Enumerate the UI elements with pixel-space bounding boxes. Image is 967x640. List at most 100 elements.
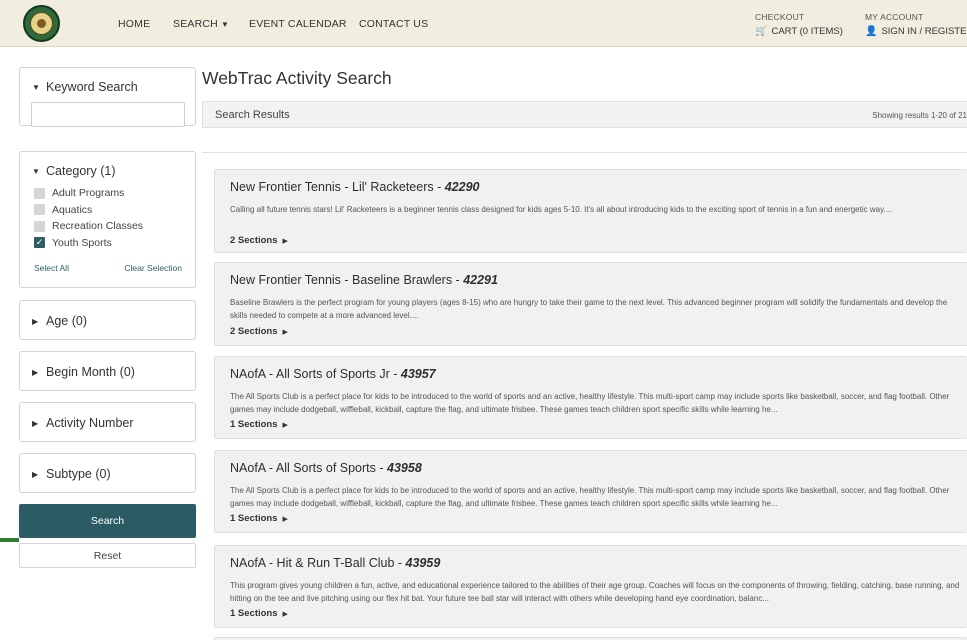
category-item-label: Youth Sports — [52, 236, 112, 249]
checkbox-checked-icon[interactable]: ✓ — [34, 237, 45, 249]
nav-event-calendar-link[interactable]: EVENT CALENDAR — [249, 18, 347, 30]
top-navbar: HOME SEARCH ▼ EVENT CALENDAR CONTACT US C… — [0, 0, 967, 47]
seal-inner-icon — [30, 12, 53, 35]
age-filter-title: Age — [46, 314, 69, 328]
activity-number: 42291 — [463, 273, 498, 287]
begin-month-filter-toggle[interactable]: ▶ Begin Month (0) — [32, 365, 135, 379]
caret-down-icon: ▼ — [32, 167, 40, 177]
subtype-filter-toggle[interactable]: ▶ Subtype (0) — [32, 467, 111, 481]
category-panel: ▼ Category (1) Adult Programs Aquatics Re… — [19, 151, 196, 288]
keyword-search-toggle[interactable]: ▼ Keyword Search — [32, 80, 138, 94]
reset-button[interactable]: Reset — [19, 543, 196, 568]
activity-title: New Frontier Tennis - Baseline Brawlers … — [230, 273, 464, 287]
activity-card[interactable]: New Frontier Tennis - Baseline Brawlers … — [214, 262, 967, 346]
category-item-aquatics[interactable]: Aquatics — [34, 202, 189, 219]
caret-right-icon: ▶ — [32, 419, 39, 429]
begin-month-filter-count: (0) — [119, 365, 135, 379]
activity-card[interactable]: NAofA - Hit & Run T-Ball Club - 43959 Th… — [214, 545, 967, 628]
select-all-link[interactable]: Select All — [34, 263, 69, 273]
activity-description: The All Sports Club is a perfect place f… — [230, 392, 950, 414]
sections-label: 2 Sections — [230, 235, 278, 246]
category-item-label: Aquatics — [52, 203, 93, 216]
category-item-label: Recreation Classes — [52, 220, 144, 233]
caret-right-icon: ▶ — [32, 317, 39, 327]
activity-title-link[interactable]: NAofA - All Sorts of Sports Jr - 43957 — [230, 367, 436, 381]
sections-toggle[interactable]: 1 Sections ▶ — [230, 608, 288, 619]
activity-number: 42290 — [444, 180, 480, 194]
city-seal-logo[interactable] — [23, 5, 60, 42]
activity-title-link[interactable]: NAofA - All Sorts of Sports - 43958 — [230, 461, 422, 475]
activity-number: 43957 — [400, 367, 436, 381]
nav-search-menu[interactable]: SEARCH ▼ — [173, 18, 229, 30]
search-button[interactable]: Search — [19, 504, 196, 538]
age-filter-toggle[interactable]: ▶ Age (0) — [32, 314, 87, 328]
sign-in-label: SIGN IN / REGISTER — [881, 26, 967, 37]
category-item-adult-programs[interactable]: Adult Programs — [34, 185, 189, 202]
category-title: Category — [46, 164, 97, 178]
activity-card[interactable]: New Frontier Tennis - Lil' Racketeers - … — [214, 169, 967, 253]
activity-description: The All Sports Club is a perfect place f… — [230, 486, 950, 508]
activity-title: NAofA - All Sorts of Sports - — [230, 461, 388, 475]
category-list: Adult Programs Aquatics Recreation Class… — [34, 185, 189, 251]
checkbox-icon[interactable] — [34, 187, 45, 199]
activity-number-filter-title: Activity Number — [46, 416, 134, 430]
sections-label: 1 Sections — [230, 513, 278, 524]
begin-month-filter-panel[interactable]: ▶ Begin Month (0) — [19, 351, 196, 391]
caret-right-icon: ▶ — [282, 329, 288, 336]
age-filter-count: (0) — [71, 314, 88, 328]
begin-month-filter-title: Begin Month — [46, 365, 117, 379]
category-count: (1) — [100, 164, 116, 178]
subtype-filter-title: Subtype — [46, 467, 92, 481]
caret-right-icon: ▶ — [32, 368, 39, 378]
user-icon: 👤 — [865, 26, 878, 37]
activity-number-filter-toggle[interactable]: ▶ Activity Number — [32, 416, 134, 430]
sections-toggle[interactable]: 1 Sections ▶ — [230, 513, 288, 524]
nav-search-label: SEARCH — [173, 18, 218, 30]
activity-title: NAofA - All Sorts of Sports Jr - — [230, 367, 401, 381]
activity-title-link[interactable]: New Frontier Tennis - Baseline Brawlers … — [230, 273, 498, 287]
category-actions: Select All Clear Selection — [34, 263, 182, 273]
results-divider — [202, 152, 967, 153]
caret-down-icon: ▼ — [32, 83, 40, 93]
sections-toggle[interactable]: 2 Sections ▶ — [230, 326, 288, 337]
sign-in-link[interactable]: 👤 SIGN IN / REGISTER — [865, 26, 967, 37]
nav-contact-us-link[interactable]: CONTACT US — [359, 18, 428, 30]
activity-card[interactable]: NAofA - All Sorts of Sports - 43958 The … — [214, 450, 967, 533]
accent-strip — [0, 538, 19, 542]
category-item-recreation-classes[interactable]: Recreation Classes — [34, 218, 189, 235]
nav-home-link[interactable]: HOME — [118, 18, 150, 30]
age-filter-panel[interactable]: ▶ Age (0) — [19, 300, 196, 340]
results-count: Showing results 1-20 of 21 — [872, 111, 967, 120]
subtype-filter-panel[interactable]: ▶ Subtype (0) — [19, 453, 196, 493]
keyword-search-input[interactable] — [31, 102, 185, 127]
cart-link-label: CART (0 ITEMS) — [771, 26, 843, 37]
caret-right-icon: ▶ — [282, 422, 288, 429]
activity-title-link[interactable]: New Frontier Tennis - Lil' Racketeers - … — [230, 180, 480, 194]
subtype-filter-count: (0) — [95, 467, 111, 481]
caret-right-icon: ▶ — [32, 470, 39, 480]
chevron-down-icon: ▼ — [220, 20, 230, 29]
clear-selection-link[interactable]: Clear Selection — [124, 263, 182, 273]
sections-toggle[interactable]: 1 Sections ▶ — [230, 419, 288, 430]
activity-number: 43959 — [405, 556, 441, 570]
sections-label: 1 Sections — [230, 608, 278, 619]
category-item-youth-sports[interactable]: ✓ Youth Sports — [34, 235, 189, 252]
activity-description: Baseline Brawlers is the perfect program… — [230, 298, 948, 320]
activity-description: Calling all future tennis stars! Lil' Ra… — [230, 205, 893, 214]
activity-card[interactable]: NAofA - All Sorts of Sports Jr - 43957 T… — [214, 356, 967, 439]
sections-label: 2 Sections — [230, 326, 278, 337]
activity-number-filter-panel[interactable]: ▶ Activity Number — [19, 402, 196, 442]
activity-title: NAofA - Hit & Run T-Ball Club - — [230, 556, 406, 570]
sections-toggle[interactable]: 2 Sections ▶ — [230, 235, 288, 246]
caret-right-icon: ▶ — [282, 611, 288, 618]
activity-title-link[interactable]: NAofA - Hit & Run T-Ball Club - 43959 — [230, 556, 440, 570]
keyword-search-panel: ▼ Keyword Search — [19, 67, 196, 127]
cart-link[interactable]: 🛒 CART (0 ITEMS) — [755, 26, 843, 37]
checkbox-icon[interactable] — [34, 204, 45, 216]
category-toggle[interactable]: ▼ Category (1) — [32, 164, 116, 178]
caret-right-icon: ▶ — [282, 238, 288, 245]
checkout-label: CHECKOUT — [755, 12, 805, 22]
page-title: WebTrac Activity Search — [202, 68, 392, 88]
cart-icon: 🛒 — [755, 26, 768, 37]
checkbox-icon[interactable] — [34, 220, 45, 232]
